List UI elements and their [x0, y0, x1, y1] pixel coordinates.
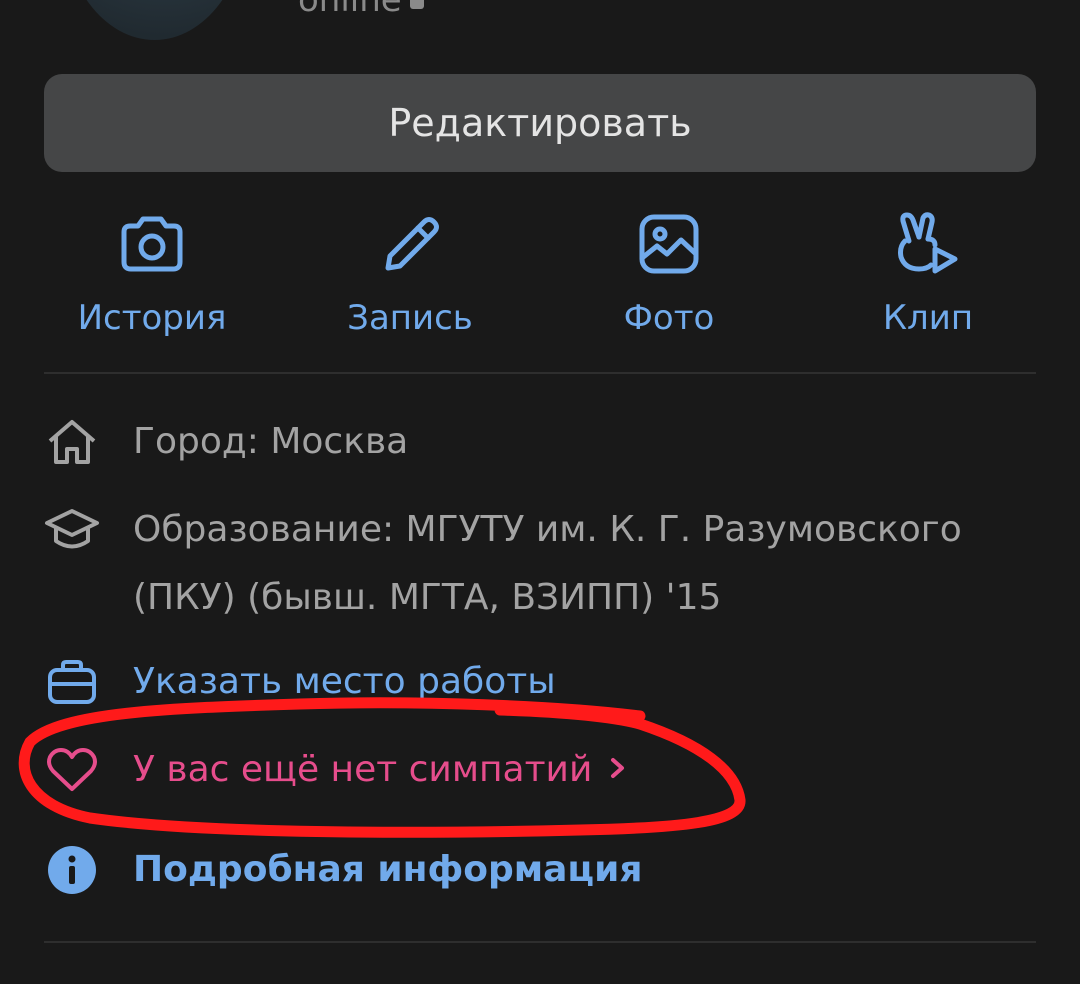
info-icon [44, 842, 100, 898]
action-post[interactable]: Запись [280, 208, 540, 338]
action-story[interactable]: История [22, 208, 282, 338]
info-education-line2: (ПКУ) (бывш. МГТА, ВЗИПП) '15 [133, 577, 722, 618]
info-city-text: Город: Москва [133, 421, 409, 462]
action-clip-label: Клип [882, 298, 974, 338]
info-city-row: Город: Москва [44, 414, 408, 476]
heart-icon [44, 742, 100, 798]
info-education-row: Образование: МГУТУ им. К. Г. Разумовског… [44, 502, 962, 632]
info-education-text: Образование: МГУТУ им. К. Г. Разумовског… [133, 496, 962, 632]
info-likes-text: У вас ещё нет симпатий [133, 736, 626, 804]
camera-icon [116, 208, 188, 280]
photo-icon [633, 208, 705, 280]
info-work-text: Указать место работы [133, 661, 556, 702]
mobile-phone-icon [409, 0, 424, 9]
graduation-cap-icon [44, 502, 100, 558]
info-work-row[interactable]: Указать место работы [44, 654, 556, 716]
info-likes-label: У вас ещё нет симпатий [133, 749, 593, 790]
divider [44, 941, 1036, 943]
divider [44, 372, 1036, 374]
chevron-right-icon [610, 736, 626, 804]
action-clip[interactable]: Клип [798, 208, 1058, 338]
info-details-text: Подробная информация [133, 849, 643, 890]
action-post-label: Запись [347, 298, 473, 338]
home-icon [44, 414, 100, 470]
profile-screen: online Редактировать История Запись Фото… [0, 0, 1080, 984]
edit-profile-button[interactable]: Редактировать [44, 74, 1036, 172]
info-education-line1: Образование: МГУТУ им. К. Г. Разумовског… [133, 509, 962, 550]
clip-icon [892, 208, 964, 280]
online-status: online [298, 0, 424, 20]
action-photo-label: Фото [623, 298, 715, 338]
info-details-row[interactable]: Подробная информация [44, 842, 642, 904]
action-photo[interactable]: Фото [539, 208, 799, 338]
briefcase-icon [44, 654, 100, 710]
info-likes-row[interactable]: У вас ещё нет симпатий [44, 742, 626, 804]
avatar[interactable] [62, 0, 247, 40]
action-story-label: История [77, 298, 227, 338]
online-status-text: online [298, 0, 402, 20]
quick-actions-bar: История Запись Фото Клип [22, 208, 1058, 348]
pencil-icon [374, 208, 446, 280]
